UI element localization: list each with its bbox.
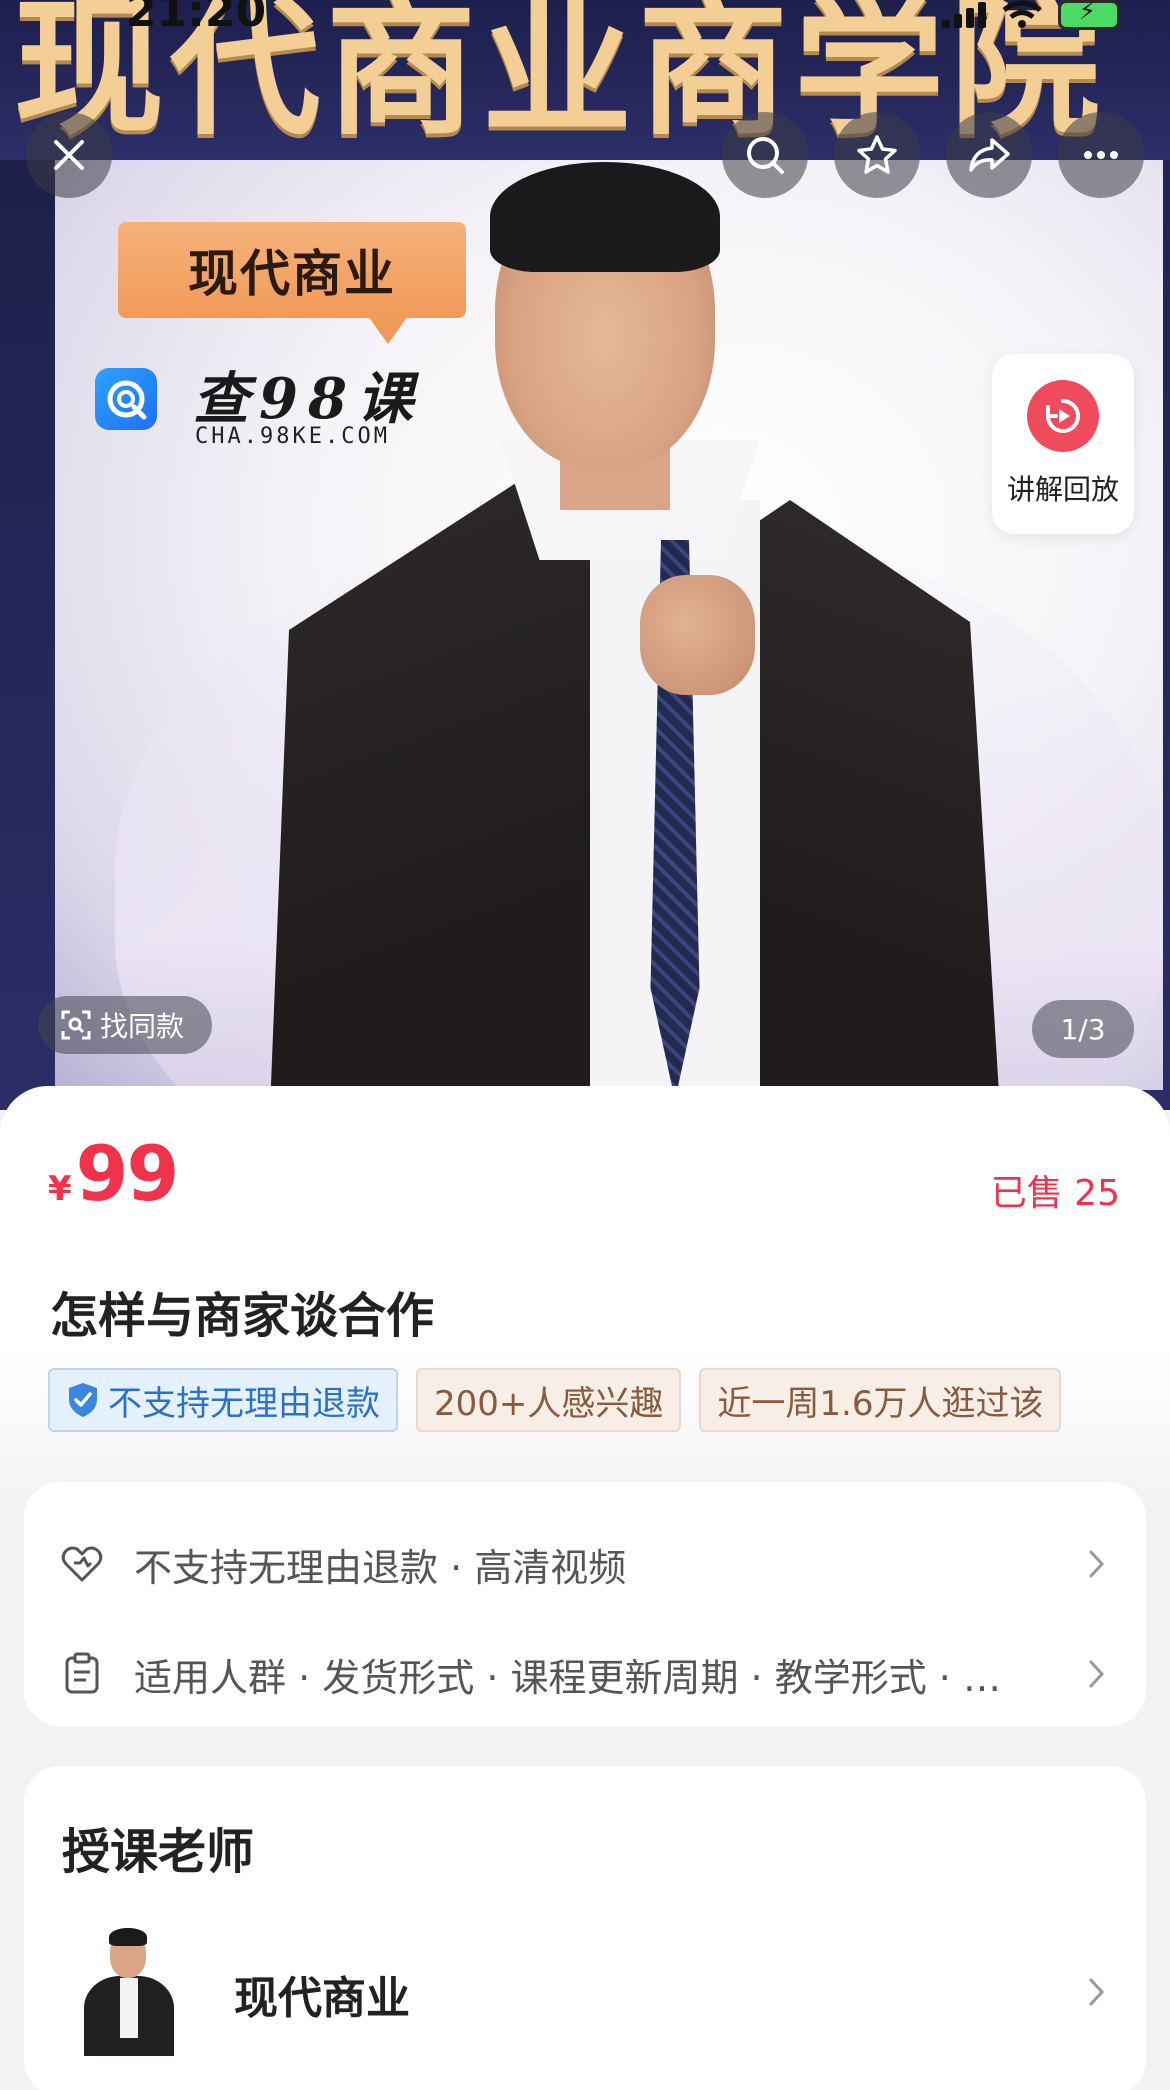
teacher-avatar[interactable] [74,1926,184,2056]
close-button[interactable] [26,112,112,198]
status-icons [942,0,1120,30]
service-row-text: 不支持无理由退款 · 高清视频 [134,1545,627,1590]
chip-no-refund: 不支持无理由退款 [48,1368,398,1432]
chip-label: 不支持无理由退款 [108,1383,380,1424]
replay-icon [1027,380,1099,452]
watermark: 查98课 CHA.98KE.COM [95,358,445,458]
watermark-url: CHA.98KE.COM [195,424,390,449]
search-button[interactable] [722,112,808,198]
params-row[interactable]: 适用人群 · 发货形式 · 课程更新周期 · 教学形式 · … [60,1644,1110,1704]
favorite-button[interactable] [834,112,920,198]
chip-interest: 200+人感兴趣 [416,1368,682,1432]
params-row-text: 适用人群 · 发货形式 · 课程更新周期 · 教学形式 · … [134,1655,1001,1700]
price: ¥ 99 [48,1129,180,1218]
replay-button[interactable]: 讲解回放 [992,354,1134,534]
heart-shield-icon [61,1546,103,1582]
find-same-button[interactable]: 找同款 [38,996,213,1054]
close-icon [54,140,84,170]
search-icon [747,137,784,174]
price-symbol: ¥ [48,1169,72,1209]
brand-tag: 现代商业 [118,222,466,344]
teacher-card: 授课老师 现代商业 [24,1766,1146,2090]
page-indicator: 1/3 [1032,1000,1134,1058]
status-time: 21:20 [126,0,267,37]
clipboard-icon [65,1652,99,1694]
share-button[interactable] [946,112,1032,198]
chevron-right-icon [1089,1550,1105,1578]
product-image-carousel[interactable]: 现代商业商学院 现代商业 查98课 CHA.98KE.COM 21:20 ⚡ 讲… [0,0,1170,1110]
watermark-title: 查98课 [193,366,423,432]
watermark-logo-icon [95,368,157,430]
find-same-label: 找同款 [100,1010,185,1043]
signal-icon [942,0,986,28]
product-details-sheet: ¥ 99 已售 25 怎样与商家谈合作 不支持无理由退款 200+人感兴趣 近一… [0,1086,1170,2090]
chevron-right-icon[interactable] [1082,1974,1110,2010]
service-row[interactable]: 不支持无理由退款 · 高清视频 [60,1534,1110,1594]
replay-label: 讲解回放 [1006,473,1119,506]
product-title: 怎样与商家谈合作 [50,1288,435,1344]
service-info-card: 不支持无理由退款 · 高清视频 适用人群 · 发货形式 · 课程更新周期 · 教… [24,1482,1146,1726]
price-value: 99 [75,1129,180,1218]
teacher-name[interactable]: 现代商业 [234,1962,410,2026]
sold-count: 已售 25 [990,1173,1120,1214]
scan-icon [61,1010,91,1040]
tag-chips: 不支持无理由退款 200+人感兴趣 近一周1.6万人逛过该 [48,1368,1122,1434]
shield-check-icon [69,1383,97,1417]
more-icon [1084,151,1118,159]
chevron-right-icon [1089,1660,1105,1688]
share-icon [969,138,1010,172]
teacher-heading: 授课老师 [62,1824,255,1880]
chip-views: 近一周1.6万人逛过该 [699,1368,1062,1432]
battery-icon [1058,0,1120,30]
wifi-icon [1002,0,1042,28]
more-button[interactable] [1058,112,1144,198]
star-icon [857,135,897,174]
